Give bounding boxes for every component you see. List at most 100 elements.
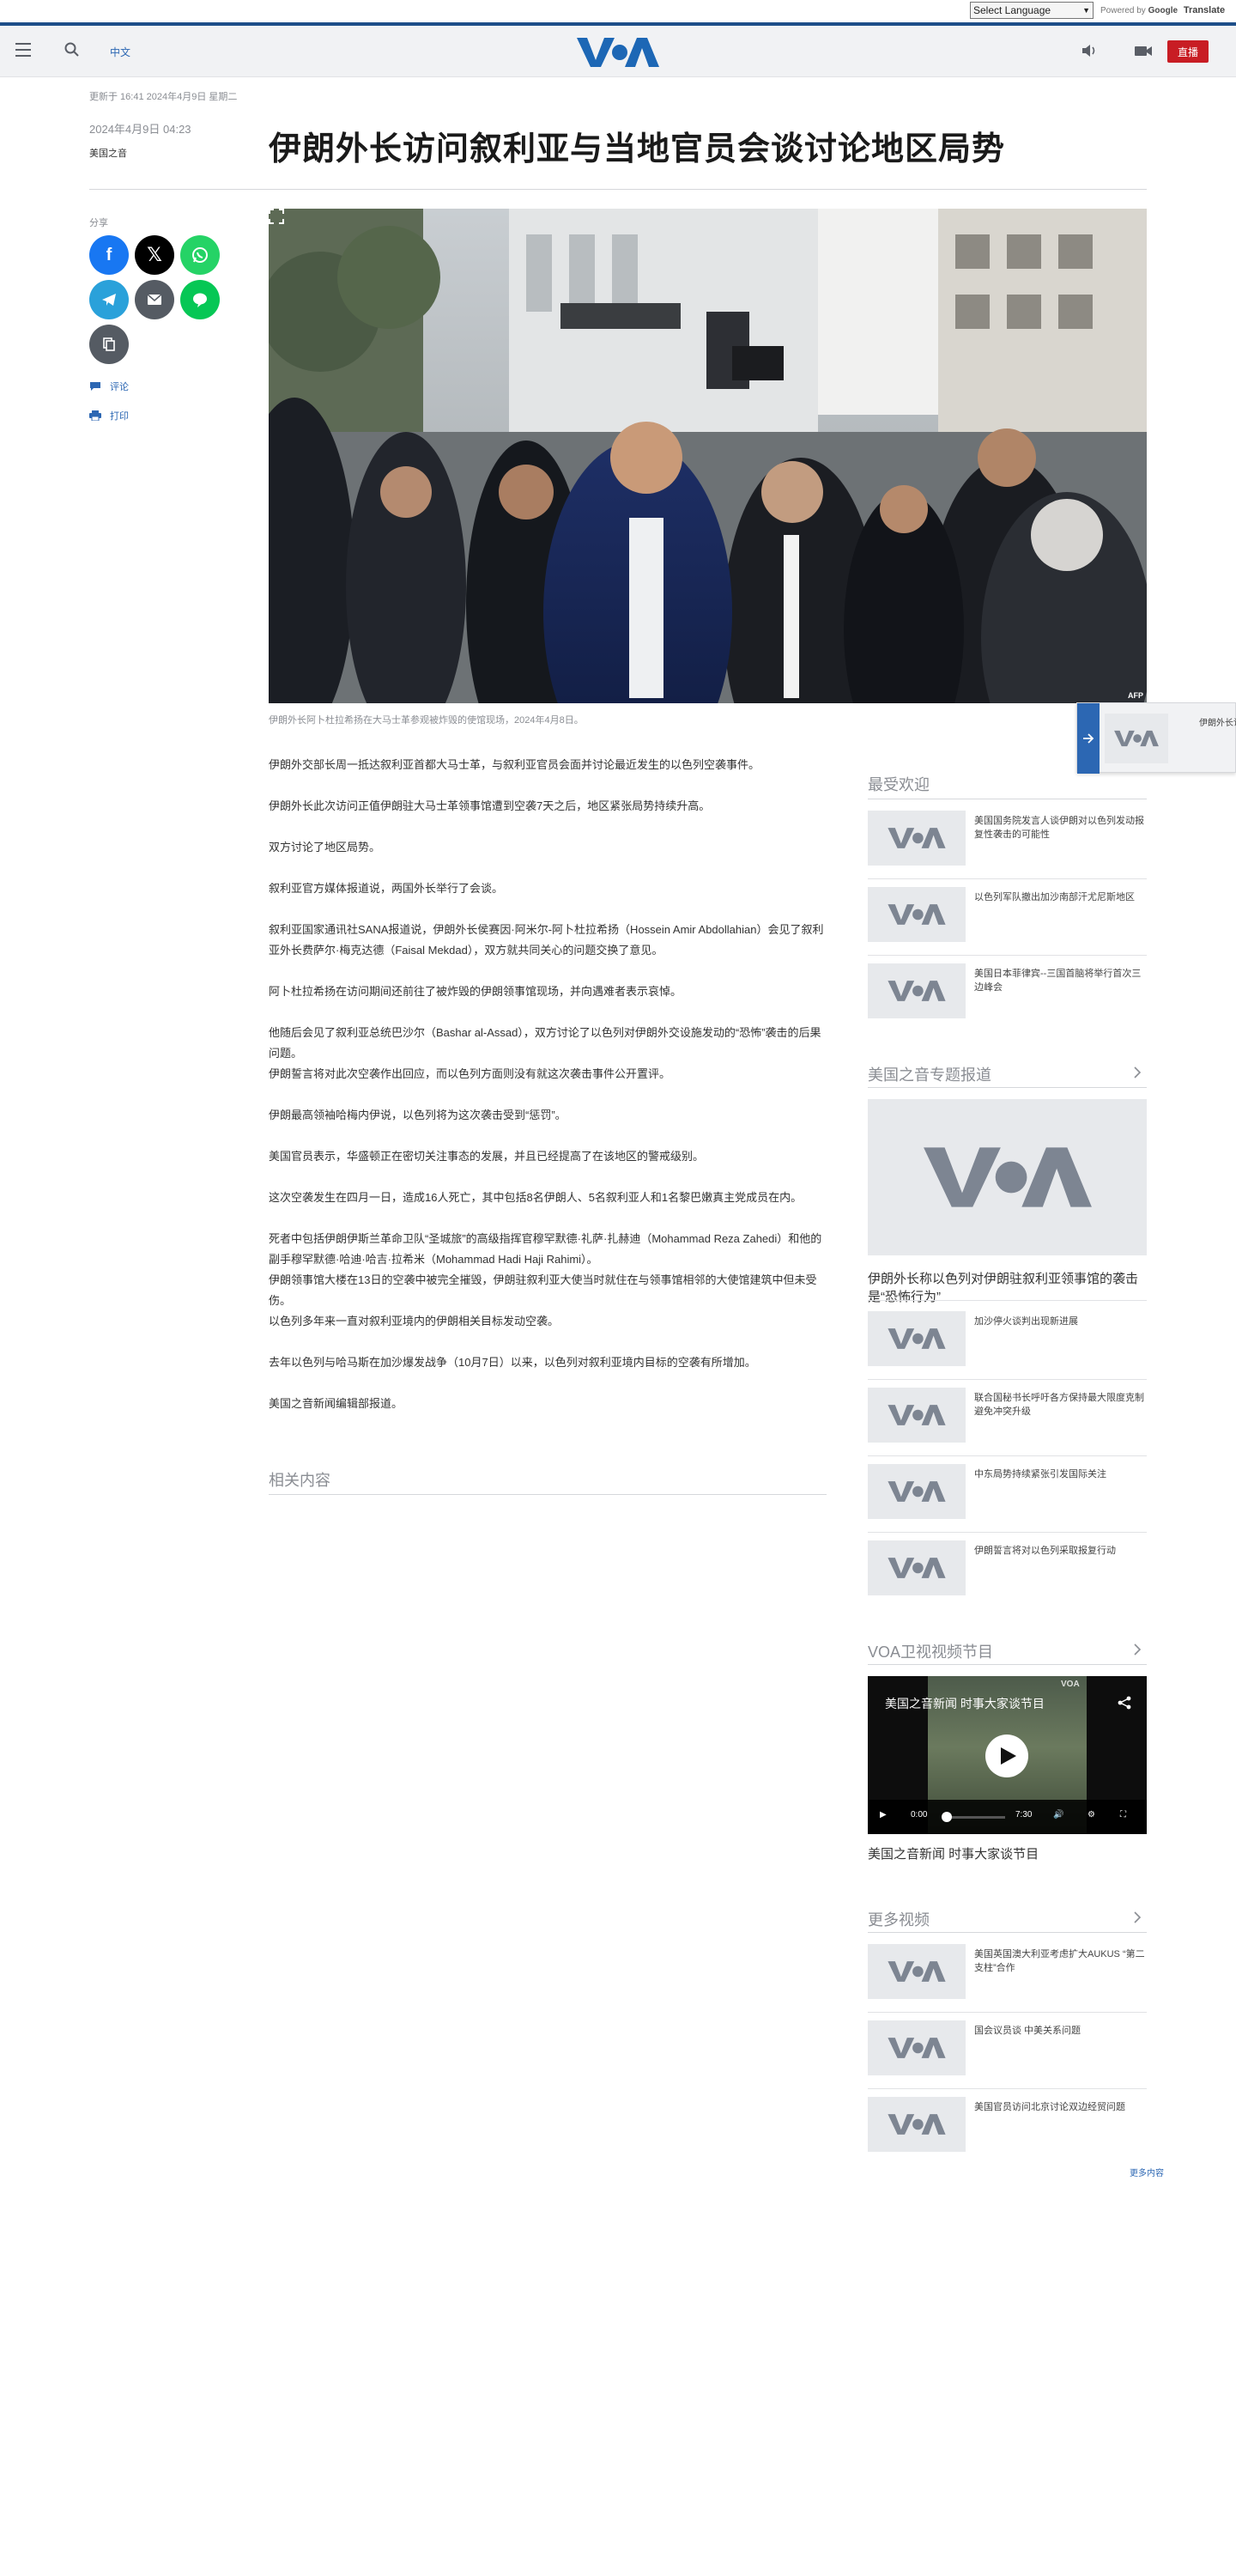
article-paragraph: 伊朗誓言将对此次空袭作出回应，而以色列方面则没有就这次袭击事件公开置评。	[269, 1067, 671, 1080]
play-icon[interactable]: ▶	[880, 1810, 887, 1820]
byline[interactable]: 美国之音	[89, 146, 127, 160]
volume-icon[interactable]: 🔊	[1053, 1810, 1063, 1820]
comment-icon	[90, 382, 100, 391]
more-item-title: 美国英国澳大利亚考虑扩大AUKUS “第二支柱”合作	[974, 1949, 1145, 1973]
popular-item[interactable]: 美国日本菲律宾--三国首脑将举行首次三边峰会	[868, 963, 1147, 1032]
featured-title-divider	[868, 1300, 1147, 1301]
line-icon	[193, 293, 207, 307]
image-caption: 伊朗外长阿卜杜拉希扬在大马士革参观被炸毁的使馆现场，2024年4月8日。	[269, 715, 584, 726]
article-paragraph: 美国之音新闻编辑部报道。	[269, 1397, 403, 1410]
language-select[interactable]: Select Language ▼	[970, 2, 1094, 19]
share-icon[interactable]	[1117, 1695, 1132, 1710]
article-paragraph: 伊朗领事馆大楼在13日的空袭中被完全摧毁，伊朗驻叙利亚大使当时就住在与领事馆相邻…	[269, 1273, 817, 1307]
featured-item[interactable]: 加沙停火谈判出现新进展	[868, 1311, 1147, 1380]
translate-link[interactable]: Translate	[1184, 5, 1225, 15]
card-divider	[868, 878, 1147, 879]
powered-by-label: Powered by	[1100, 6, 1146, 15]
card-divider	[868, 955, 1147, 956]
more-heading[interactable]: 更多视频	[868, 1908, 930, 1930]
more-link[interactable]: 更多内容	[1130, 2166, 1164, 2178]
article-paragraph: 去年以色列与哈马斯在加沙爆发战争（10月7日）以来，以色列对叙利亚境内目标的空袭…	[269, 1356, 756, 1369]
video-caption[interactable]: 美国之音新闻 时事大家谈节目	[868, 1844, 1039, 1862]
voa-placeholder-thumbnail	[868, 2097, 966, 2152]
voa-logo[interactable]	[575, 36, 661, 69]
featured-item[interactable]: 联合国秘书长呼吁各方保持最大限度克制 避免冲突升级	[868, 1388, 1147, 1456]
featured-divider	[868, 1087, 1147, 1088]
comment-link[interactable]: 评论	[89, 380, 129, 393]
floating-card-tab[interactable]	[1077, 703, 1100, 774]
live-button[interactable]: 直播	[1167, 40, 1209, 63]
popular-item[interactable]: 美国国务院发言人谈伊朗对以色列发动报复性袭击的可能性	[868, 811, 1147, 879]
copy-link-icon	[103, 337, 115, 351]
video-player[interactable]: 美国之音新闻 时事大家谈节目 VOA ▶ 0:00 7:30 🔊 ⚙ ⛶	[868, 1676, 1147, 1834]
featured-item[interactable]: 伊朗誓言将对以色列采取报复行动	[868, 1540, 1147, 1609]
settings-icon[interactable]: ⚙	[1088, 1810, 1095, 1820]
play-button[interactable]	[985, 1735, 1028, 1777]
published-date: 2024年4月9日 04:23	[89, 123, 191, 136]
email-share-button[interactable]	[135, 280, 174, 319]
popular-item[interactable]: 以色列军队撤出加沙南部汗尤尼斯地区	[868, 887, 1147, 956]
voa-placeholder-thumbnail	[868, 963, 966, 1018]
voa-placeholder-thumbnail	[1105, 714, 1168, 763]
comment-label: 评论	[110, 382, 129, 392]
whatsapp-share-button[interactable]	[180, 235, 220, 275]
share-label: 分享	[89, 218, 108, 228]
card-divider	[868, 2088, 1147, 2089]
arrow-right-icon	[1083, 733, 1094, 744]
updated-timestamp: 更新于 16:41 2024年4月9日 星期二	[89, 92, 238, 102]
video-scrubber-handle[interactable]	[942, 1812, 952, 1822]
article-paragraph: 死者中包括伊朗伊斯兰革命卫队“圣城旅”的高级指挥官穆罕默德·礼萨·扎赫迪（Moh…	[269, 1232, 822, 1266]
copy-link-button[interactable]	[89, 325, 129, 364]
play-icon	[1001, 1747, 1016, 1765]
card-divider	[868, 1379, 1147, 1380]
article-paragraph: 以色列多年来一直对叙利亚境内的伊朗相关目标发动空袭。	[269, 1315, 560, 1327]
facebook-share-button[interactable]: f	[89, 235, 129, 275]
voa-placeholder-thumbnail	[868, 1944, 966, 1999]
more-item-title: 美国官员访问北京讨论双边经贸问题	[974, 2102, 1125, 2112]
article-paragraph: 伊朗外交部长周一抵达叙利亚首都大马士革，与叙利亚官员会面并讨论最近发生的以色列空…	[269, 758, 760, 771]
featured-thumbnail[interactable]	[868, 1099, 1147, 1255]
x-share-button[interactable]: 𝕏	[135, 235, 174, 275]
search-icon[interactable]	[64, 41, 81, 58]
print-link[interactable]: 打印	[89, 409, 129, 422]
card-divider	[868, 1455, 1147, 1456]
video-controls: ▶ 0:00 7:30 🔊 ⚙ ⛶	[868, 1800, 1147, 1834]
voa-placeholder-thumbnail	[868, 2020, 966, 2075]
voa-placeholder-thumbnail	[868, 1464, 966, 1519]
telegram-share-button[interactable]	[89, 280, 129, 319]
featured-item-title: 加沙停火谈判出现新进展	[974, 1316, 1078, 1327]
article-hero-image[interactable]: AFP	[269, 209, 1147, 703]
video-divider	[868, 1664, 1147, 1665]
menu-icon[interactable]	[15, 43, 31, 57]
related-heading: 相关内容	[269, 1472, 330, 1489]
chevron-right-icon[interactable]	[1131, 1643, 1143, 1656]
more-item-title: 国会议员谈 中美关系问题	[974, 2026, 1082, 2036]
more-item[interactable]: 国会议员谈 中美关系问题	[868, 2020, 1147, 2089]
popular-heading: 最受欢迎	[868, 776, 930, 793]
video-camera-icon[interactable]	[1133, 41, 1154, 60]
popular-item-title: 美国日本菲律宾--三国首脑将举行首次三边峰会	[974, 969, 1142, 993]
featured-item-title: 伊朗誓言将对以色列采取报复行动	[974, 1546, 1116, 1556]
expand-icon[interactable]	[269, 209, 284, 224]
line-share-button[interactable]	[180, 280, 220, 319]
more-item[interactable]: 美国官员访问北京讨论双边经贸问题	[868, 2097, 1147, 2166]
speaker-icon[interactable]	[1080, 41, 1099, 60]
chevron-right-icon[interactable]	[1131, 1066, 1143, 1078]
featured-item[interactable]: 中东局势持续紧张引发国际关注	[868, 1464, 1147, 1533]
google-logo: Google	[1148, 6, 1178, 15]
floating-next-article-card[interactable]: 伊朗外长访问叙利亚	[1076, 702, 1236, 774]
more-item[interactable]: 美国英国澳大利亚考虑扩大AUKUS “第二支柱”合作	[868, 1944, 1147, 2013]
featured-item-title: 中东局势持续紧张引发国际关注	[974, 1469, 1106, 1479]
image-credit: AFP	[1128, 691, 1143, 700]
x-icon: 𝕏	[147, 244, 162, 265]
article-headline: 伊朗外长访问叙利亚与当地官员会谈讨论地区局势	[269, 129, 1006, 167]
video-progress-bar[interactable]	[945, 1816, 1005, 1819]
powered-by: Powered by Google Translate	[1100, 5, 1225, 15]
language-link[interactable]: 中文	[110, 45, 130, 59]
fullscreen-icon[interactable]: ⛶	[1120, 1810, 1126, 1820]
article-paragraph: 伊朗最高领袖哈梅内伊说，以色列将为这次袭击受到“惩罚”。	[269, 1109, 566, 1121]
voa-placeholder-thumbnail	[868, 1311, 966, 1366]
video-heading[interactable]: VOA卫视视频节目	[868, 1640, 993, 1662]
chevron-right-icon[interactable]	[1131, 1911, 1143, 1923]
featured-heading[interactable]: 美国之音专题报道	[868, 1063, 991, 1085]
